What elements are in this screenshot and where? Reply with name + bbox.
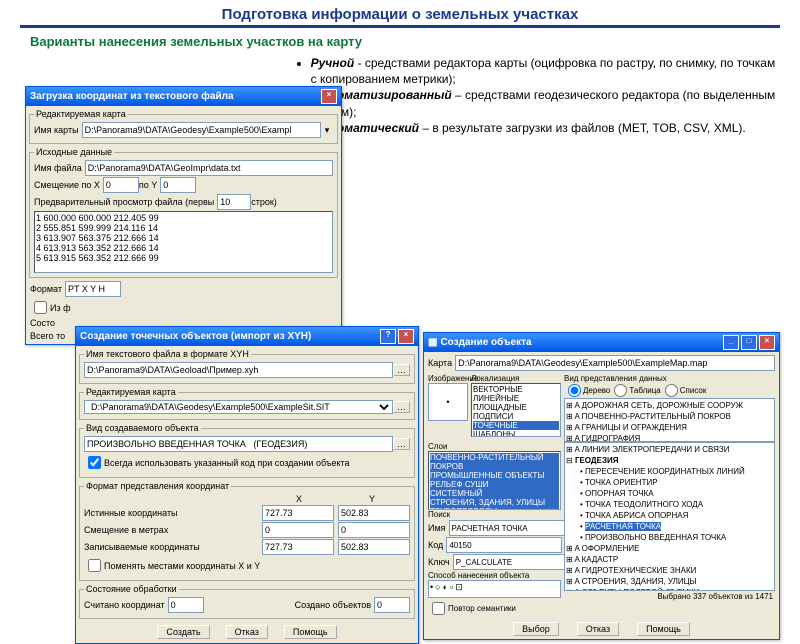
pick-button[interactable]: … [393,438,410,450]
window-title: Загрузка координат из текстового файла [30,91,319,102]
layer-tree-top[interactable]: ⊞ A ДОРОЖНАЯ СЕТЬ, ДОРОЖНЫЕ СООРУЖ ⊞ A П… [564,398,775,442]
layers-label: Слои [428,442,561,451]
map-name-input[interactable] [82,122,321,138]
view-mode-label: Вид представления данных [564,374,775,383]
window-title: Создание точечных объектов (импорт из XY… [80,331,378,342]
description-text: Ручной - средствами редактора карты (оци… [283,53,780,138]
select-button[interactable]: Выбор [513,622,559,636]
localization-list[interactable]: ВЕКТОРНЫЕЛИНЕЙНЫЕПЛОЩАДНЫЕПОДПИСИТОЧЕЧНЫ… [471,383,561,437]
help-button[interactable]: Помощь [284,625,337,639]
swap-xy-checkbox[interactable] [88,559,101,572]
shift-y-input[interactable] [160,177,196,193]
key-input[interactable] [453,554,569,570]
preview-rows-input[interactable] [217,194,251,210]
map-path-input[interactable] [455,355,775,371]
object-type-input[interactable] [84,436,393,452]
true-x-input[interactable] [262,505,334,521]
method-label: Способ нанесения объекта [428,571,561,580]
map-select[interactable]: D:\Panorama9\DATA\Geodesy\Example500\Exa… [84,400,393,414]
repeat-semantics-checkbox[interactable] [432,602,445,615]
cancel-button[interactable]: Отказ [577,622,619,636]
subtitle: Варианты нанесения земельных участков на… [0,32,800,53]
window-title: Создание объекта [440,337,721,348]
tab-image[interactable]: Изображение [428,374,468,383]
page-title: Подготовка информации о земельных участк… [0,0,800,25]
code-input[interactable] [446,537,562,553]
layers-list[interactable]: ПОЧВЕННО-РАСТИТЕЛЬНЫЙ ПОКРОВПРОМЫШЛЕННЫЕ… [428,451,561,510]
window-create-object: ▦Создание объекта_□× Карта Изображение •… [423,332,780,640]
minimize-icon[interactable]: _ [723,335,739,350]
shift-x-input[interactable] [103,177,139,193]
method-icons[interactable]: •○◐▫⊡ [428,580,561,598]
window-load-coords: Загрузка координат из текстового файла× … [25,86,342,345]
app-icon: ▦ [428,337,437,348]
preview-list[interactable]: 1 600.000 600.000 212.405 992 555.851 59… [34,211,333,273]
from-file-checkbox[interactable] [34,301,47,314]
format-input[interactable] [65,281,121,297]
true-y-input[interactable] [338,505,410,521]
close-icon[interactable]: × [321,89,337,104]
name-input[interactable] [449,520,565,536]
radio-list[interactable] [665,384,678,397]
create-button[interactable]: Создать [157,625,209,639]
maximize-icon[interactable]: □ [741,335,757,350]
minimize-icon[interactable]: ? [380,329,396,344]
preview-icon: • [428,383,468,421]
tab-localization[interactable]: Локализация [471,374,561,383]
status-text: Выбрано 337 объектов из 1471 [564,591,775,602]
off-x-input[interactable] [262,522,334,538]
window-create-points: Создание точечных объектов (импорт из XY… [75,326,419,644]
radio-table[interactable] [614,384,627,397]
object-tree[interactable]: ⊞ A ЛИНИИ ЭЛЕКТРОПЕРЕДАЧИ И СВЯЗИ ⊟ ГЕОД… [564,442,775,591]
off-y-input[interactable] [338,522,410,538]
divider [20,25,780,28]
browse-button[interactable]: … [393,401,410,413]
cancel-button[interactable]: Отказ [226,625,268,639]
close-icon[interactable]: × [398,329,414,344]
close-icon[interactable]: × [759,335,775,350]
rec-y-input[interactable] [338,539,410,555]
file-name-input[interactable] [85,160,333,176]
xyh-file-input[interactable] [84,362,393,378]
search-label: Поиск [428,510,561,519]
radio-tree[interactable] [568,384,581,397]
help-button[interactable]: Помощь [637,622,690,636]
browse-button[interactable]: … [393,364,410,376]
rec-x-input[interactable] [262,539,334,555]
always-use-code-checkbox[interactable] [88,456,101,469]
